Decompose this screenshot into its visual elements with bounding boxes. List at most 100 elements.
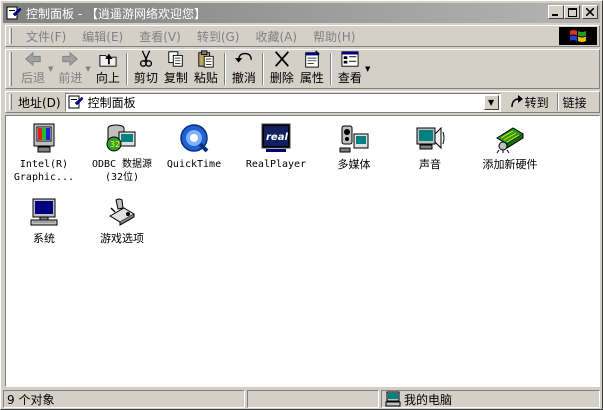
system-icon [30, 198, 58, 226]
menu-help[interactable]: 帮助(H) [305, 28, 363, 45]
up-label: 向上 [95, 71, 120, 85]
undo-button[interactable]: 撤消 [229, 50, 259, 88]
svg-text:32: 32 [110, 140, 120, 149]
item-game-controllers[interactable]: 游戏选项 [84, 196, 160, 245]
game-controller-icon [109, 198, 135, 226]
back-button[interactable]: 后退 [18, 50, 48, 88]
menu-bar: 文件(F) 编辑(E) 查看(V) 转到(G) 收藏(A) 帮助(H) [5, 25, 600, 47]
item-add-hardware[interactable]: 添加新硬件 [472, 122, 548, 171]
toolbar-separator [125, 53, 128, 85]
forward-button[interactable]: 前进 [55, 50, 85, 88]
item-label: RealPlayer [245, 159, 307, 170]
undo-icon [234, 52, 252, 63]
properties-icon [305, 50, 320, 68]
back-dropdown-icon[interactable]: ▼ [48, 65, 53, 73]
control-panel-icon [68, 95, 83, 109]
item-label: 声音 [419, 158, 441, 171]
links-button[interactable]: 链接 [563, 94, 587, 111]
add-hardware-icon [496, 127, 524, 154]
menu-favorites[interactable]: 收藏(A) [247, 28, 305, 45]
window-title: 控制面板 - 【逍遥游网络欢迎您】 [26, 6, 206, 21]
back-label: 后退 [21, 71, 46, 85]
item-system[interactable]: 系统 [6, 196, 82, 245]
scissors-icon [139, 50, 152, 67]
view-grid-icon [341, 51, 359, 67]
go-label: 转到 [524, 95, 549, 110]
menu-file[interactable]: 文件(F) [18, 28, 74, 45]
toolbar-separator [223, 53, 226, 85]
toolbar-grip[interactable] [9, 52, 12, 86]
delete-label: 删除 [269, 71, 294, 85]
minimize-button[interactable] [548, 5, 564, 19]
status-object-count: 9 个对象 [3, 390, 245, 408]
cut-label: 剪切 [133, 71, 158, 85]
item-quicktime[interactable]: QuickTime [156, 122, 232, 171]
item-label: ODBC 数据源 (32位) [91, 159, 153, 183]
control-panel-icon [6, 5, 22, 21]
view-button[interactable]: 查看 [335, 50, 365, 88]
item-label: 系统 [33, 232, 55, 245]
paste-button[interactable]: 粘贴 [191, 50, 221, 88]
svg-text:real: real [266, 132, 288, 143]
properties-button[interactable]: 属性 [297, 50, 327, 88]
address-value: 控制面板 [87, 95, 136, 110]
item-multimedia[interactable]: 多媒体 [316, 122, 392, 171]
forward-label: 前进 [58, 71, 83, 85]
view-label: 查看 [337, 71, 362, 85]
odbc-icon: 32 [106, 124, 136, 152]
item-label: 添加新硬件 [482, 158, 538, 171]
paste-label: 粘贴 [193, 71, 218, 85]
go-button[interactable]: 转到 [509, 94, 549, 111]
item-realplayer[interactable]: real RealPlayer [238, 122, 314, 171]
realplayer-icon: real [261, 123, 291, 152]
menu-grip[interactable] [9, 28, 12, 44]
address-input[interactable]: 控制面板 ▼ [64, 92, 501, 112]
status-location: 我的电脑 [381, 390, 600, 408]
menu-view[interactable]: 查看(V) [131, 28, 189, 45]
address-dropdown-icon[interactable]: ▼ [483, 94, 499, 110]
sound-icon [416, 126, 445, 150]
go-arrow-icon [510, 95, 523, 108]
status-count-text: 9 个对象 [7, 392, 55, 407]
status-bar: 9 个对象 我的电脑 [3, 389, 600, 409]
item-label: Intel(R) Graphic... [13, 159, 75, 183]
close-button[interactable] [582, 5, 598, 19]
menu-edit[interactable]: 编辑(E) [74, 28, 131, 45]
explorer-window: 控制面板 - 【逍遥游网络欢迎您】 文件(F) 编辑(E) 查看(V) 转到(G… [0, 0, 603, 410]
copy-label: 复制 [163, 71, 188, 85]
item-label: 游戏选项 [100, 232, 144, 245]
item-intel-graphics[interactable]: Intel(R) Graphic... [6, 122, 82, 184]
paste-icon [198, 50, 214, 68]
maximize-button[interactable] [564, 5, 580, 19]
quicktime-icon [180, 124, 209, 153]
item-odbc[interactable]: 32 ODBC 数据源 (32位) [84, 122, 160, 184]
toolbar-separator [329, 53, 332, 85]
windows-logo-icon [559, 27, 597, 45]
intel-graphics-icon [33, 123, 55, 153]
back-arrow-icon [25, 51, 41, 67]
up-button[interactable]: 向上 [93, 50, 123, 88]
title-bar[interactable]: 控制面板 - 【逍遥游网络欢迎您】 [3, 3, 600, 23]
my-computer-icon [385, 391, 401, 407]
address-bar: 地址(D) 控制面板 ▼ 转到 链接 [5, 91, 600, 113]
toolbar: 后退 ▼ 前进 ▼ 向上 剪切 复制 粘贴 撤消 删除 属性 查看 ▼ [5, 49, 600, 89]
forward-dropdown-icon[interactable]: ▼ [85, 65, 90, 73]
delete-button[interactable]: 删除 [267, 50, 297, 88]
menu-go[interactable]: 转到(G) [189, 28, 248, 45]
address-label: 地址(D) [18, 95, 61, 110]
cut-button[interactable]: 剪切 [131, 50, 161, 88]
undo-label: 撤消 [231, 71, 256, 85]
delete-x-icon [274, 51, 289, 67]
copy-button[interactable]: 复制 [161, 50, 191, 88]
item-sound[interactable]: 声音 [392, 122, 468, 171]
view-dropdown-icon[interactable]: ▼ [365, 65, 370, 73]
forward-arrow-icon [62, 51, 79, 67]
status-panel-empty [247, 390, 379, 408]
item-label: QuickTime [166, 159, 222, 170]
content-pane[interactable]: Intel(R) Graphic... 32 ODBC 数据源 (32位) Qu… [5, 115, 600, 387]
up-folder-icon [99, 53, 117, 67]
copy-icon [168, 51, 183, 67]
address-grip[interactable] [9, 94, 12, 110]
item-label: 多媒体 [337, 158, 371, 171]
multimedia-icon [339, 125, 369, 153]
